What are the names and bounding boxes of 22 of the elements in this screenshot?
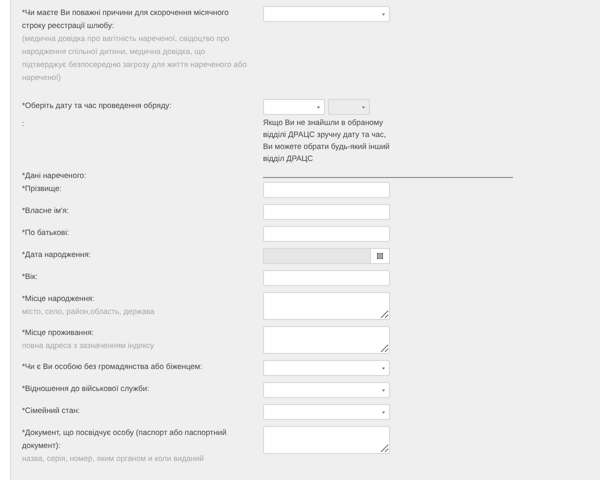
date-field[interactable] [263,248,370,264]
dropdown-field[interactable] [263,404,390,420]
calendar-button[interactable] [370,248,390,264]
dropdown-field[interactable] [328,99,370,115]
calendar-icon [377,253,383,259]
caret-icon [382,12,385,16]
dropdown-field[interactable] [263,360,390,376]
text-area[interactable] [263,292,390,320]
text-area[interactable] [263,426,390,454]
caret-icon [382,388,385,392]
caret-icon [317,106,320,108]
caret-icon [382,410,385,414]
text-field[interactable] [263,226,390,242]
dropdown-field[interactable] [263,382,390,398]
text-field[interactable] [263,182,390,198]
caret-icon [382,366,385,370]
text-field[interactable] [263,270,390,286]
text-area[interactable] [263,326,390,354]
text-field[interactable] [263,204,390,220]
dropdown-field[interactable] [263,6,390,22]
caret-icon [362,106,365,108]
dropdown-field[interactable] [263,99,325,115]
